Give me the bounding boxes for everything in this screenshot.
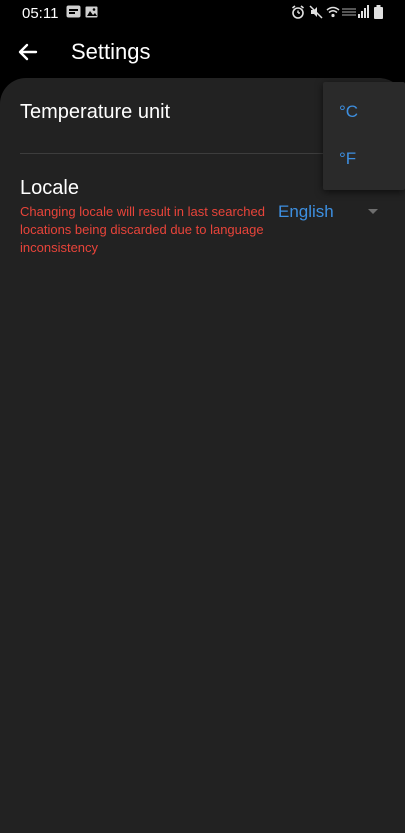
locale-selected-value: English <box>278 202 334 221</box>
status-time: 05:11 <box>22 5 59 22</box>
signal-icon <box>341 5 357 24</box>
dropdown-arrow-icon <box>368 209 378 214</box>
notification-icon <box>66 5 81 23</box>
unit-option-celsius[interactable]: °C <box>339 102 358 122</box>
page-title: Settings <box>71 39 151 64</box>
settings-panel: Temperature unit Locale Changing locale … <box>0 78 405 833</box>
signal-bars-icon <box>358 5 370 23</box>
arrow-back-icon <box>14 43 42 70</box>
battery-icon <box>374 5 383 24</box>
back-button[interactable] <box>14 38 42 66</box>
locale-dropdown[interactable]: English <box>270 198 390 226</box>
app-bar: Settings <box>0 26 405 80</box>
alarm-icon <box>291 5 305 24</box>
mute-icon <box>309 5 323 24</box>
locale-warning-text: Changing locale will result in last sear… <box>20 204 265 255</box>
wifi-icon <box>326 5 340 24</box>
temperature-unit-menu: °C °F <box>323 82 405 190</box>
status-bar: 05:11 <box>0 0 405 26</box>
image-icon <box>85 5 98 23</box>
temperature-unit-label: Temperature unit <box>20 101 171 123</box>
unit-option-fahrenheit[interactable]: °F <box>339 149 356 169</box>
locale-label: Locale <box>20 177 79 199</box>
